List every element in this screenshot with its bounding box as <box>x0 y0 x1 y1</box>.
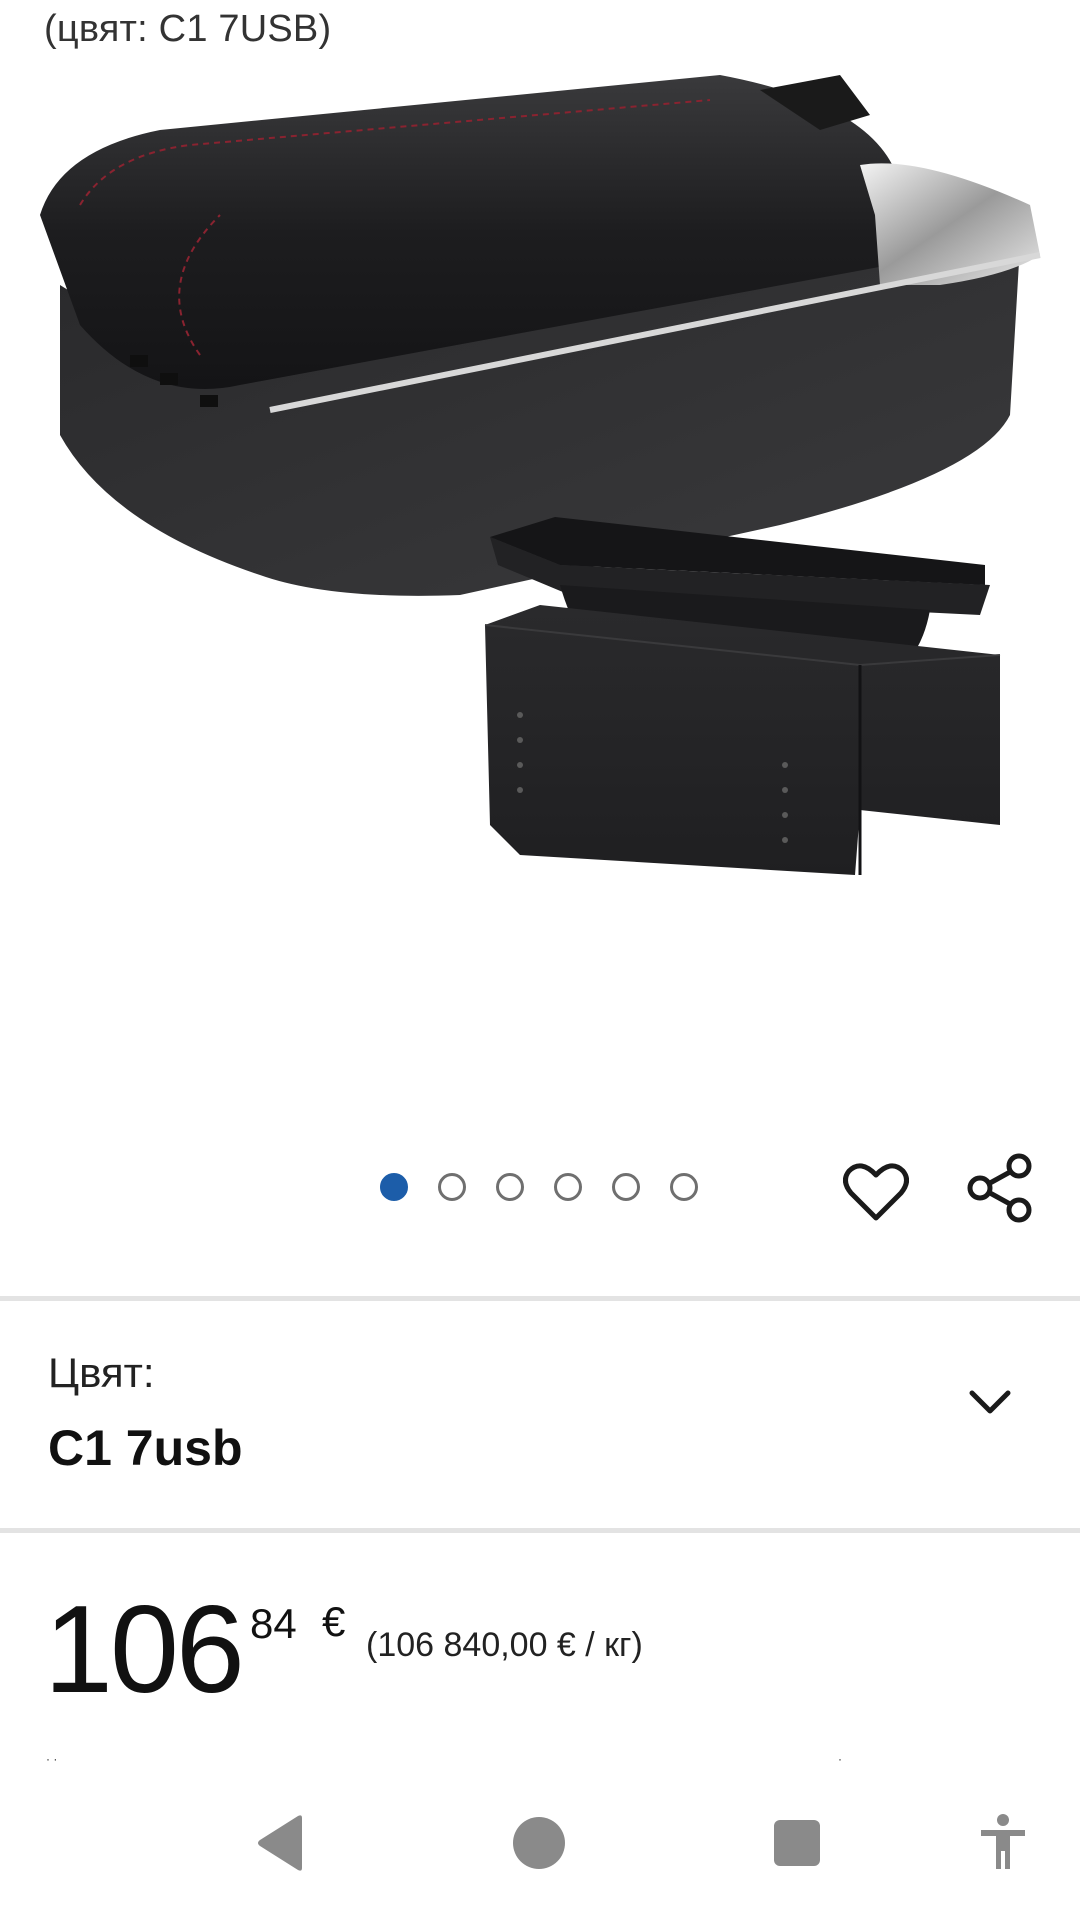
carousel-dot[interactable] <box>612 1173 640 1201</box>
carousel-dot[interactable] <box>670 1173 698 1201</box>
nav-back-button[interactable] <box>236 1798 326 1888</box>
unit-price: (106 840,00 € / кг) <box>366 1626 643 1664</box>
chevron-down-icon <box>969 1390 1011 1414</box>
share-button[interactable] <box>962 1150 1038 1226</box>
clipped-text-row: · · · <box>46 1752 842 1764</box>
accessibility-icon <box>981 1814 1025 1869</box>
nav-recents-button[interactable] <box>752 1798 842 1888</box>
carousel-dot[interactable] <box>554 1173 582 1201</box>
product-image[interactable] <box>20 55 1060 1085</box>
price-fraction: 84 <box>250 1600 297 1647</box>
carousel-dot[interactable] <box>438 1173 466 1201</box>
price-whole: 106 <box>44 1581 245 1719</box>
home-circle-icon <box>513 1817 565 1869</box>
carousel-dot[interactable] <box>496 1173 524 1201</box>
back-triangle-icon <box>258 1815 302 1871</box>
recents-square-icon <box>774 1820 820 1866</box>
color-selector[interactable]: Цвят: C1 7usb <box>0 1303 1080 1528</box>
divider <box>0 1296 1080 1301</box>
heart-icon <box>843 1163 909 1221</box>
variant-caption: (цвят: C1 7USB) <box>44 8 332 50</box>
nav-home-button[interactable] <box>494 1798 584 1888</box>
color-value: C1 7usb <box>48 1420 243 1476</box>
color-label: Цвят: <box>48 1349 155 1396</box>
nav-accessibility-button[interactable] <box>958 1798 1048 1888</box>
favorite-button[interactable] <box>838 1154 914 1230</box>
share-icon <box>967 1153 1032 1223</box>
divider <box>0 1528 1080 1533</box>
system-nav-bar <box>0 1780 1080 1906</box>
image-carousel-dots <box>380 1173 698 1203</box>
price-currency: € <box>322 1598 346 1645</box>
carousel-dot-active[interactable] <box>380 1173 408 1201</box>
